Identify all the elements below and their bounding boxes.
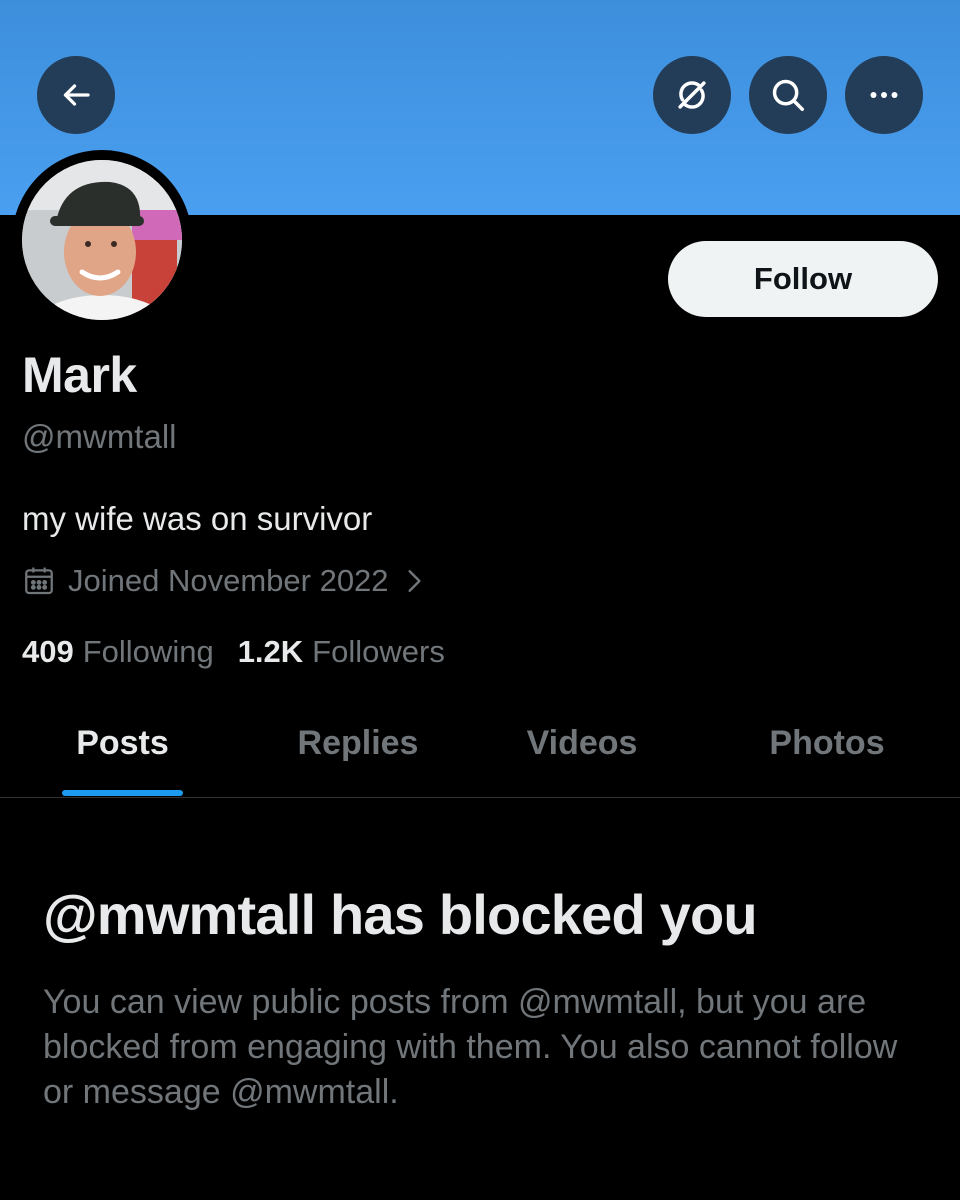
joined-date-row[interactable]: Joined November 2022 bbox=[22, 563, 427, 599]
following-label: Following bbox=[82, 634, 214, 669]
more-button[interactable] bbox=[845, 56, 923, 134]
tab-replies[interactable]: Replies bbox=[290, 724, 426, 763]
tab-posts[interactable]: Posts bbox=[62, 724, 183, 763]
search-button[interactable] bbox=[749, 56, 827, 134]
following-count: 409 bbox=[22, 634, 74, 669]
chevron-right-icon bbox=[401, 568, 427, 594]
avatar-frame[interactable] bbox=[12, 150, 192, 330]
blocked-message: You can view public posts from @mwmtall,… bbox=[43, 983, 898, 1111]
following-stat[interactable]: 409 Following bbox=[22, 634, 214, 670]
followers-count: 1.2K bbox=[237, 634, 304, 669]
display-name: Mark bbox=[22, 347, 137, 403]
user-handle: @mwmtall bbox=[22, 418, 177, 455]
follow-button[interactable]: Follow bbox=[668, 241, 938, 317]
calendar-icon bbox=[22, 564, 56, 598]
avatar[interactable] bbox=[22, 160, 182, 320]
slash-circle-icon bbox=[673, 76, 711, 114]
grok-button[interactable] bbox=[653, 56, 731, 134]
active-tab-indicator bbox=[62, 790, 183, 796]
search-icon bbox=[769, 76, 807, 114]
follow-stats: 409 Following 1.2K Followers bbox=[22, 634, 445, 670]
blocked-title: @mwmtall has blocked you bbox=[43, 883, 758, 946]
followers-stat[interactable]: 1.2K Followers bbox=[238, 634, 445, 670]
tab-photos[interactable]: Photos bbox=[760, 724, 894, 763]
tab-videos[interactable]: Videos bbox=[517, 724, 647, 763]
back-button[interactable] bbox=[37, 56, 115, 134]
more-horizontal-icon bbox=[866, 77, 902, 113]
joined-date-text: Joined November 2022 bbox=[68, 563, 389, 598]
followers-label: Followers bbox=[312, 634, 445, 669]
profile-bio: my wife was on survivor bbox=[22, 500, 373, 537]
profile-tabs: Posts Replies Videos Photos bbox=[0, 700, 960, 798]
arrow-left-icon bbox=[58, 77, 94, 113]
